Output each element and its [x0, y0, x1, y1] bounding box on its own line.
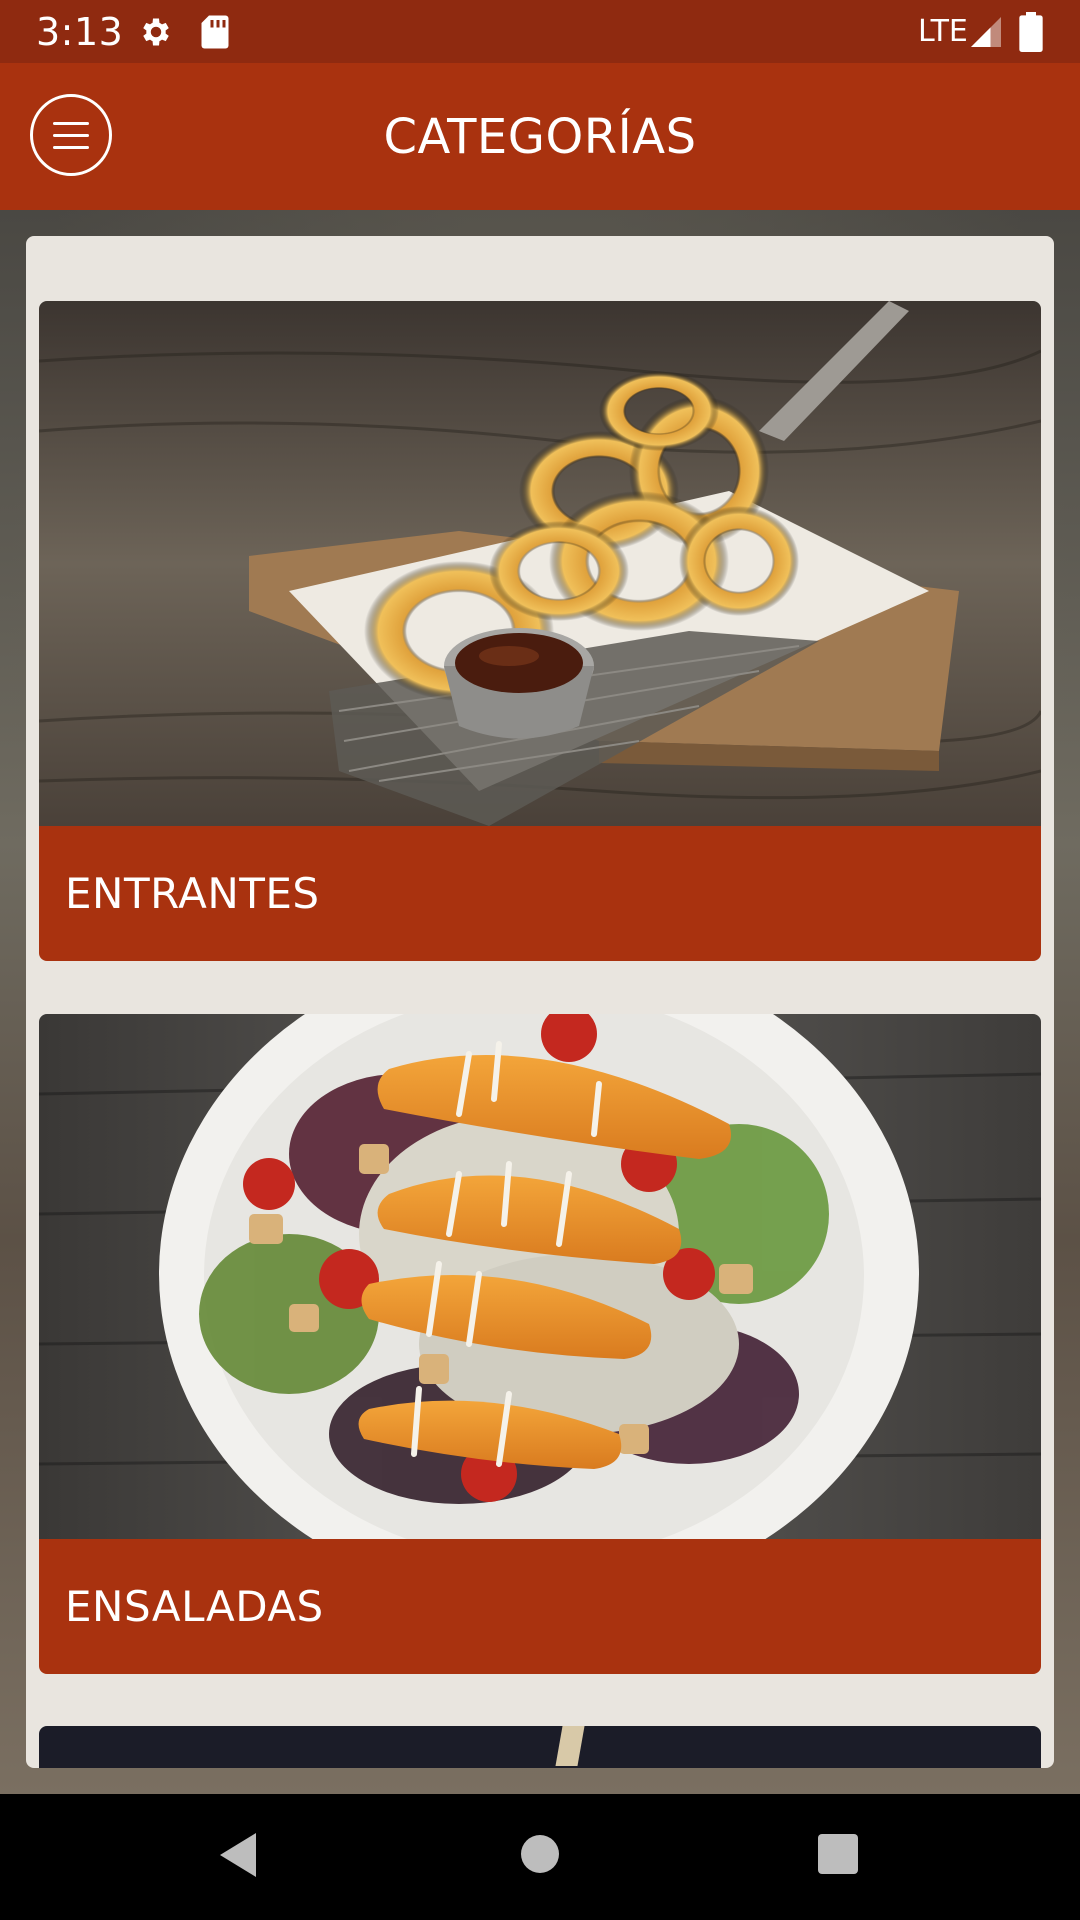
partial-photo-detail: [555, 1726, 585, 1766]
category-card-entrantes[interactable]: ENTRANTES: [39, 301, 1041, 961]
salad-photo: [39, 1014, 1041, 1539]
network-type: LTE: [918, 14, 968, 49]
app-bar: CATEGORÍAS: [0, 63, 1080, 210]
category-label: ENTRANTES: [65, 869, 320, 918]
category-label-bar: ENSALADAS: [39, 1539, 1041, 1674]
status-time: 3:13: [36, 10, 124, 54]
sd-card-icon: [200, 14, 230, 54]
category-label: ENSALADAS: [65, 1582, 324, 1631]
settings-icon: [138, 14, 174, 54]
navigation-bar: [0, 1794, 1080, 1920]
status-bar: 3:13 LTE: [0, 0, 1080, 63]
recents-icon[interactable]: [818, 1834, 858, 1878]
category-card-partial[interactable]: [39, 1726, 1041, 1768]
signal-icon: [968, 14, 1004, 54]
home-icon[interactable]: [520, 1834, 560, 1878]
battery-icon: [1018, 12, 1044, 56]
category-card-ensaladas[interactable]: ENSALADAS: [39, 1014, 1041, 1674]
back-icon[interactable]: [216, 1830, 260, 1884]
onion-rings-photo: [39, 301, 1041, 826]
category-label-bar: ENTRANTES: [39, 826, 1041, 961]
page-title: CATEGORÍAS: [383, 109, 697, 165]
categories-list: ENTRANTES ENSALADAS: [26, 236, 1054, 1768]
